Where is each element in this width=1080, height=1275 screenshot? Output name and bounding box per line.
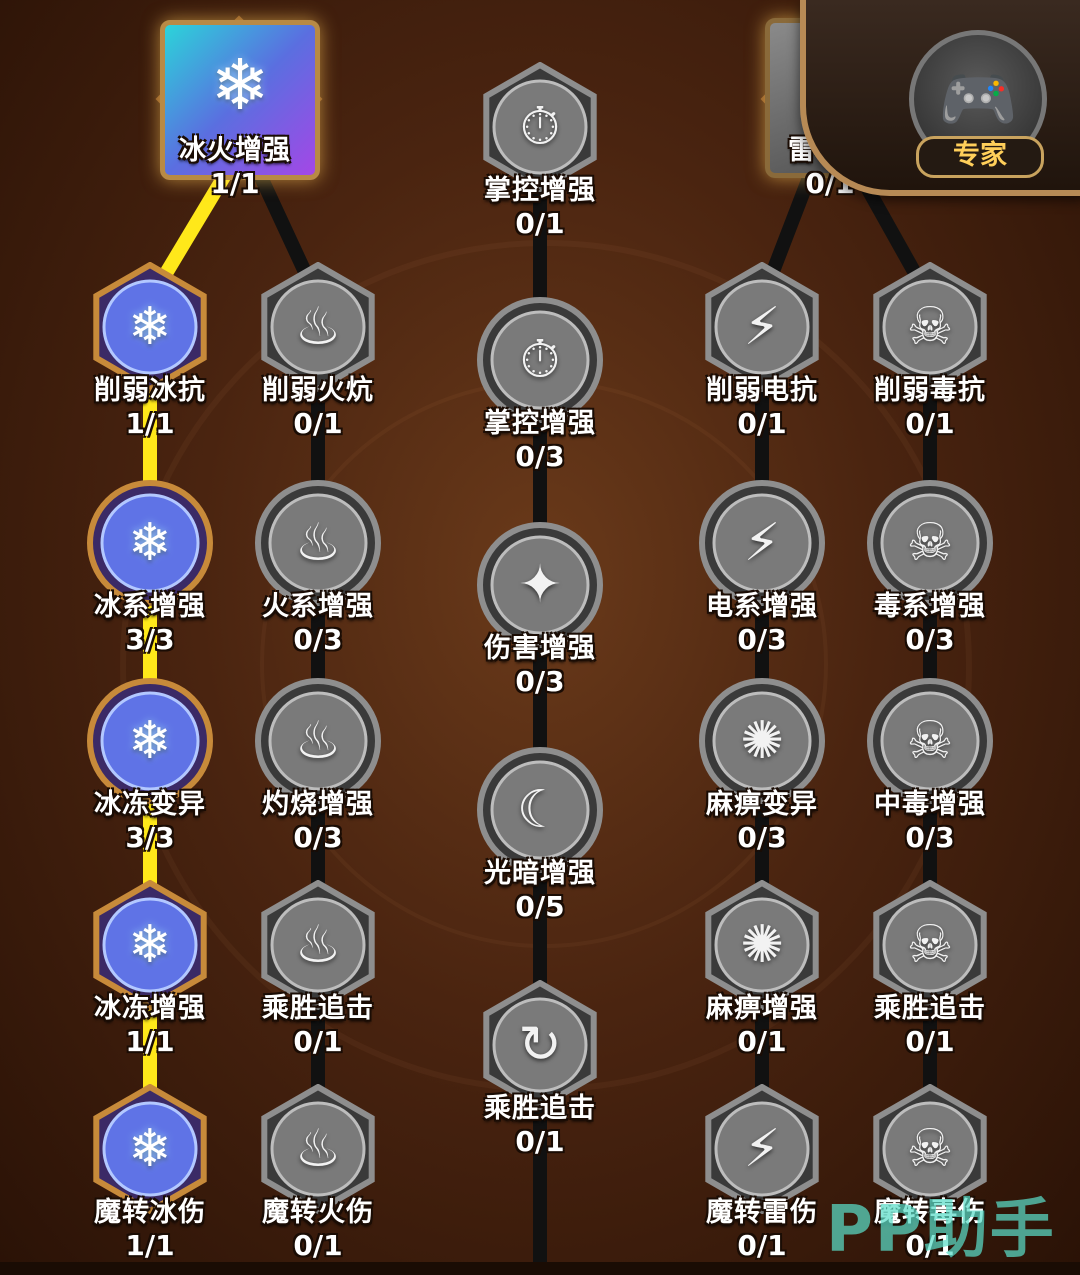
- skill-label: 削弱电抗: [706, 375, 818, 406]
- skill-label: 乘胜追击: [874, 993, 986, 1024]
- skill-label: 毒系增强: [874, 591, 986, 622]
- skill-label: 麻痹变异: [706, 789, 818, 820]
- skill-label: 冰冻变异: [94, 789, 206, 820]
- skill-node[interactable]: ☠ 乘胜追击 0/1: [845, 880, 1015, 1058]
- skill-count: 0/3: [515, 665, 565, 698]
- skill-count: 0/3: [905, 821, 955, 854]
- skill-label: 电系增强: [706, 591, 818, 622]
- skill-label: 乘胜追击: [484, 1093, 596, 1124]
- skill-label: 魔转火伤: [262, 1197, 374, 1228]
- skill-label: 火系增强: [262, 591, 374, 622]
- skill-node[interactable]: ❄ 冰冻增强 1/1: [65, 880, 235, 1058]
- skill-count: 0/3: [737, 821, 787, 854]
- skill-count: 1/1: [125, 1229, 175, 1262]
- skill-label: 掌控增强: [484, 175, 596, 206]
- skill-label: 削弱火炕: [262, 375, 374, 406]
- skill-count: 0/1: [905, 407, 955, 440]
- skill-count: 0/1: [293, 1025, 343, 1058]
- skill-count: 1/1: [125, 407, 175, 440]
- skill-label: 麻痹增强: [706, 993, 818, 1024]
- skill-node[interactable]: ☠ 毒系增强 0/3: [845, 478, 1015, 656]
- bottom-bar: [0, 1262, 1080, 1275]
- skill-count: 3/3: [125, 821, 175, 854]
- skill-label: 乘胜追击: [262, 993, 374, 1024]
- skill-node[interactable]: ✺ 麻痹增强 0/1: [677, 880, 847, 1058]
- skill-label: 削弱毒抗: [874, 375, 986, 406]
- skill-count: 0/3: [515, 440, 565, 473]
- skill-node[interactable]: ♨ 乘胜追击 0/1: [233, 880, 403, 1058]
- skill-label: 中毒增强: [874, 789, 986, 820]
- skill-node[interactable]: ☠ 削弱毒抗 0/1: [845, 262, 1015, 440]
- skill-count: 0/5: [515, 890, 565, 923]
- skill-node[interactable]: ⚡ 魔转雷伤 0/1: [677, 1084, 847, 1262]
- skill-count: 0/1: [515, 1125, 565, 1158]
- skill-label: 冰冻增强: [94, 993, 206, 1024]
- skill-count: 3/3: [125, 623, 175, 656]
- skill-count: 0/3: [905, 623, 955, 656]
- skill-node[interactable]: ⏱ 掌控增强 0/3: [455, 295, 625, 473]
- skill-count: 1/1: [125, 1025, 175, 1058]
- skill-node[interactable]: ❄ 冰系增强 3/3: [65, 478, 235, 656]
- skill-count: 0/1: [515, 207, 565, 240]
- skill-node[interactable]: ❄ 冰冻变异 3/3: [65, 676, 235, 854]
- watermark-text: PP助手: [826, 1193, 1056, 1267]
- skill-node[interactable]: ☠ 中毒增强 0/3: [845, 676, 1015, 854]
- skill-count: 0/1: [293, 1229, 343, 1262]
- skill-node[interactable]: ⚡ 削弱电抗 0/1: [677, 262, 847, 440]
- ice-fire-icon: ❄: [210, 44, 270, 126]
- skill-count: 0/3: [293, 623, 343, 656]
- skill-node[interactable]: ↻ 乘胜追击 0/1: [455, 980, 625, 1158]
- skill-label: 削弱冰抗: [94, 375, 206, 406]
- skill-label: 伤害增强: [484, 633, 596, 664]
- skill-node[interactable]: ✺ 麻痹变异 0/3: [677, 676, 847, 854]
- skill-node[interactable]: ♨ 灼烧增强 0/3: [233, 676, 403, 854]
- skill-label: 魔转冰伤: [94, 1197, 206, 1228]
- skill-count: 0/3: [293, 821, 343, 854]
- skill-count: 0/3: [737, 623, 787, 656]
- skill-count: 0/1: [737, 1025, 787, 1058]
- skill-node[interactable]: ♨ 火系增强 0/3: [233, 478, 403, 656]
- skill-label: 冰系增强: [94, 591, 206, 622]
- skill-count: 1/1: [210, 167, 260, 200]
- skill-count: 0/1: [737, 1229, 787, 1262]
- skill-label: 掌控增强: [484, 408, 596, 439]
- skill-node[interactable]: ❄ 魔转冰伤 1/1: [65, 1084, 235, 1262]
- skill-node[interactable]: ☾ 光暗增强 0/5: [455, 745, 625, 923]
- skill-node[interactable]: ❄ 削弱冰抗 1/1: [65, 262, 235, 440]
- skill-count: 0/1: [737, 407, 787, 440]
- difficulty-badge[interactable]: 🎮 专家: [800, 0, 1080, 196]
- skill-node[interactable]: ⏱ 掌控增强 0/1: [455, 62, 625, 240]
- skill-label: 冰火增强: [179, 135, 291, 166]
- skill-label: 灼烧增强: [262, 789, 374, 820]
- skill-fire-ice-boost-text: 冰火增强 1/1: [150, 128, 320, 200]
- skill-node[interactable]: ⚡ 电系增强 0/3: [677, 478, 847, 656]
- skill-count: 0/1: [905, 1025, 955, 1058]
- skill-count: 0/1: [293, 407, 343, 440]
- skill-node[interactable]: ✦ 伤害增强 0/3: [455, 520, 625, 698]
- skill-label: 光暗增强: [484, 858, 596, 889]
- skill-node[interactable]: ♨ 削弱火炕 0/1: [233, 262, 403, 440]
- skill-node[interactable]: ♨ 魔转火伤 0/1: [233, 1084, 403, 1262]
- difficulty-label: 专家: [916, 136, 1044, 178]
- skill-label: 魔转雷伤: [706, 1197, 818, 1228]
